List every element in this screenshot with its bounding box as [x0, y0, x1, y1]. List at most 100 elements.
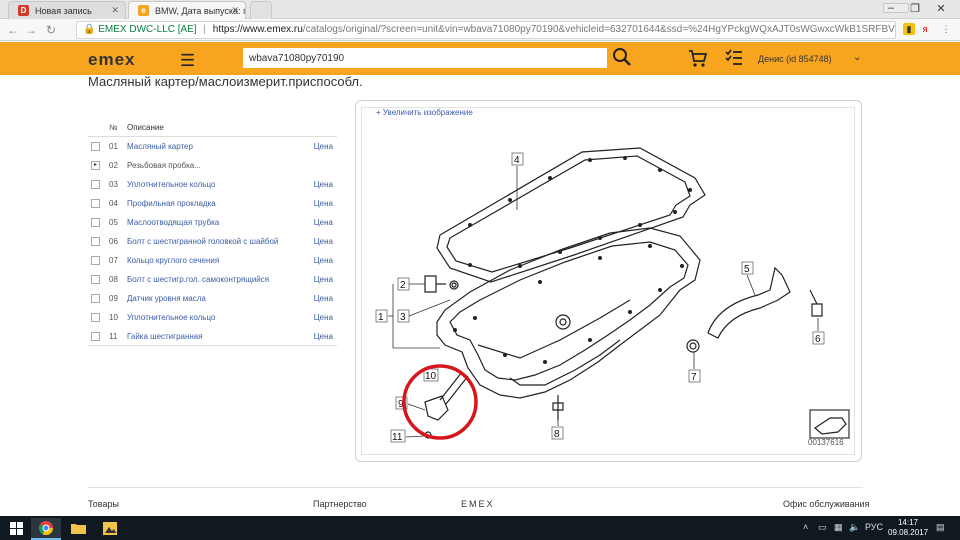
row-checkbox[interactable] [91, 199, 100, 208]
price-link[interactable]: Цена [314, 313, 333, 322]
back-icon[interactable]: ← [6, 23, 20, 37]
callout-7[interactable]: 7 [688, 369, 701, 383]
orientation-badge: 00137616 [808, 409, 850, 447]
table-row[interactable]: 08 Болт с шестигр.гол. самоконтрящийся Цен… [88, 270, 337, 289]
price-link[interactable]: Цена [314, 275, 333, 284]
search-icon[interactable] [612, 47, 632, 67]
row-description-link[interactable]: Масляный картер [127, 142, 193, 151]
callout-1[interactable]: 1 [375, 309, 388, 323]
price-link[interactable]: Цена [314, 142, 333, 151]
new-tab-button[interactable] [250, 1, 272, 19]
taskbar-file-explorer[interactable] [63, 518, 93, 540]
table-row[interactable]: ▸ 02 Резьбовая пробка... [88, 156, 337, 175]
row-checkbox[interactable] [91, 237, 100, 246]
row-number: 01 [109, 142, 118, 151]
diagram-code: 00137616 [808, 438, 844, 447]
chevron-down-icon[interactable]: ⌄ [853, 52, 861, 63]
row-description-link[interactable]: Маслоотводящая трубка [127, 218, 219, 227]
table-row[interactable]: 01 Масляный картер Цена [88, 137, 337, 156]
row-description-link[interactable]: Датчик уровня масла [127, 294, 206, 303]
price-link[interactable]: Цена [314, 218, 333, 227]
folder-icon [71, 524, 86, 534]
forward-icon[interactable]: → [24, 23, 38, 37]
highlight-circle [402, 364, 478, 440]
volume-icon[interactable]: 🔈 [849, 522, 860, 533]
row-description-link[interactable]: Кольцо круглого сечения [127, 256, 219, 265]
price-link[interactable]: Цена [314, 199, 333, 208]
row-checkbox[interactable] [91, 256, 100, 265]
table-row[interactable]: 05 Маслоотводящая трубка Цена [88, 213, 337, 232]
extension-yandex-icon[interactable]: я [919, 23, 931, 35]
viewer-icon [103, 522, 117, 535]
footer-divider [88, 487, 863, 488]
row-checkbox[interactable] [91, 218, 100, 227]
table-row[interactable]: 06 Болт с шестигранной головкой с шайбой Ц… [88, 232, 337, 251]
row-checkbox[interactable] [91, 142, 100, 151]
callout-label: 11 [392, 432, 403, 443]
table-row[interactable]: 04 Профильная прокладка Цена [88, 194, 337, 213]
table-row[interactable]: 03 Уплотнительное кольцо Цена [88, 175, 337, 194]
reload-icon[interactable]: ↻ [44, 23, 58, 37]
callout-8[interactable]: 8 [551, 426, 564, 440]
extension-bookmark-icon[interactable]: ▮ [903, 23, 915, 35]
footer-link-offices[interactable]: Офис обслуживания [783, 499, 869, 509]
windows-start-icon[interactable] [10, 522, 23, 535]
notifications-icon[interactable]: ▤ [936, 522, 945, 533]
row-checkbox[interactable] [91, 180, 100, 189]
browser-tab-emex[interactable]: e BMW, Дата выпуска: г. ✕ [128, 1, 246, 19]
cart-icon[interactable] [688, 48, 708, 68]
callout-4[interactable]: 4 [511, 152, 524, 166]
emex-logo[interactable]: emex [88, 50, 135, 70]
close-window-icon[interactable]: ✕ [926, 2, 956, 15]
price-link[interactable]: Цена [314, 332, 333, 341]
orders-list-icon[interactable] [724, 48, 744, 68]
address-bar[interactable]: 🔒 EMEX DWC-LLC [AE] | https://www.emex.r… [76, 21, 896, 39]
row-description-link[interactable]: Уплотнительное кольцо [127, 313, 215, 322]
callout-3[interactable]: 3 [397, 309, 410, 323]
table-row[interactable]: 09 Датчик уровня масла Цена [88, 289, 337, 308]
table-row[interactable]: 10 Уплотнительное кольцо Цена [88, 308, 337, 327]
table-row[interactable]: 07 Кольцо круглого сечения Цена [88, 251, 337, 270]
footer-link-partnership[interactable]: Партнерство [313, 499, 367, 509]
footer-link-products[interactable]: Товары [88, 499, 119, 509]
price-link[interactable]: Цена [314, 237, 333, 246]
row-checkbox[interactable] [91, 275, 100, 284]
system-clock[interactable]: 14:17 09.08.2017 [888, 518, 928, 538]
browser-tab-new-post[interactable]: D Новая запись ✕ [8, 1, 126, 19]
row-description-link[interactable]: Уплотнительное кольцо [127, 180, 215, 189]
callout-11[interactable]: 11 [390, 429, 406, 443]
row-description-link[interactable]: Резьбовая пробка... [127, 161, 201, 170]
price-link[interactable]: Цена [314, 256, 333, 265]
callout-2[interactable]: 2 [397, 277, 410, 291]
browser-menu-icon[interactable]: ⋮ [940, 23, 952, 35]
tray-up-arrow-icon[interactable]: ˄ [803, 522, 808, 532]
row-checkbox[interactable] [91, 332, 100, 341]
site-header: emex ☰ Денис (id 854748) ⌄ [0, 42, 960, 75]
row-description-link[interactable]: Болт с шестигр.гол. самоконтрящийся [127, 275, 269, 284]
browser-toolbar: ← → ↻ 🔒 EMEX DWC-LLC [AE] | https://www.… [0, 19, 960, 41]
callout-5[interactable]: 5 [741, 261, 754, 275]
hamburger-menu-icon[interactable]: ☰ [180, 51, 195, 71]
footer-emex-logo[interactable]: EMEX [461, 499, 495, 509]
close-tab-icon[interactable]: ✕ [231, 5, 239, 16]
price-link[interactable]: Цена [314, 294, 333, 303]
network-icon[interactable]: ▭ [818, 522, 827, 533]
close-tab-icon[interactable]: ✕ [111, 5, 119, 16]
row-checkbox[interactable] [91, 313, 100, 322]
table-row[interactable]: 11 Гайка шестигранная Цена [88, 327, 337, 346]
oil-pan-drawing [436, 227, 701, 399]
taskbar-chrome[interactable] [31, 518, 61, 540]
price-link[interactable]: Цена [314, 180, 333, 189]
expand-toggle[interactable]: ▸ [91, 161, 100, 170]
row-description-link[interactable]: Профильная прокладка [127, 199, 216, 208]
vin-search-input[interactable] [243, 48, 607, 68]
row-checkbox[interactable] [91, 294, 100, 303]
callout-10[interactable]: 10 [423, 368, 439, 382]
taskbar-viewer[interactable] [95, 518, 125, 540]
user-account-label[interactable]: Денис (id 854748) [758, 54, 832, 64]
input-language[interactable]: РУС [865, 522, 883, 532]
row-description-link[interactable]: Болт с шестигранной головкой с шайбой [127, 237, 278, 246]
network-signal-icon[interactable]: ▦ [834, 522, 843, 533]
row-description-link[interactable]: Гайка шестигранная [127, 332, 203, 341]
callout-6[interactable]: 6 [812, 331, 825, 345]
